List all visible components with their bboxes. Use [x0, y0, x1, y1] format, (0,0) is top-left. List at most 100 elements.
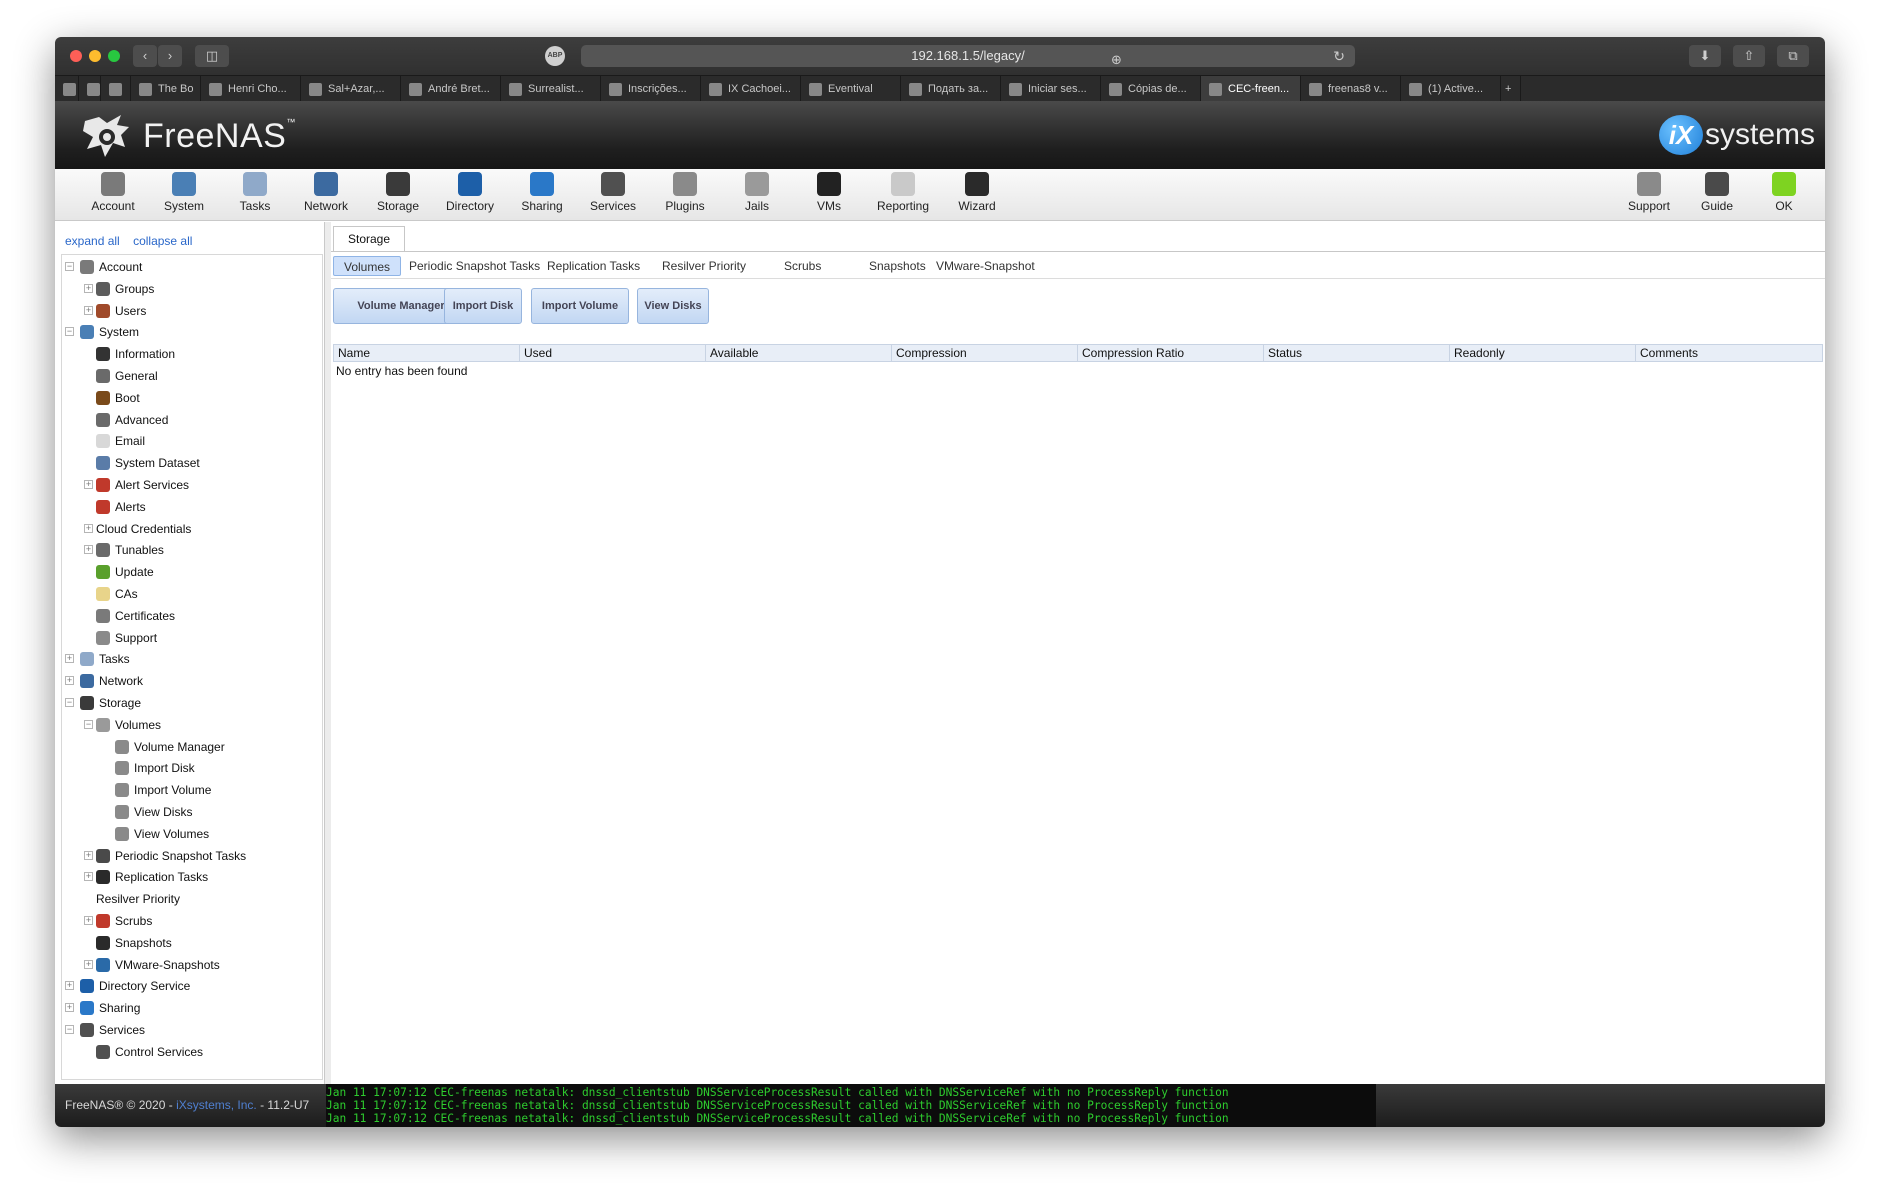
- tree-item-network[interactable]: Network: [80, 672, 143, 690]
- tree-item-update[interactable]: Update: [96, 563, 154, 581]
- toolbar-guide-button[interactable]: Guide: [1683, 172, 1751, 213]
- toolbar-tasks-button[interactable]: Tasks: [221, 172, 289, 213]
- share-button[interactable]: ⇧: [1733, 45, 1765, 67]
- tree-item-directory-service[interactable]: Directory Service: [80, 977, 190, 995]
- toolbar-storage-button[interactable]: Storage: [364, 172, 432, 213]
- back-button[interactable]: ‹: [133, 45, 157, 67]
- toolbar-jails-button[interactable]: Jails: [723, 172, 791, 213]
- reload-icon[interactable]: ↻: [1333, 45, 1345, 67]
- column-header-available[interactable]: Available: [706, 345, 892, 361]
- collapse-all-link[interactable]: collapse all: [133, 234, 192, 248]
- toolbar-directory-button[interactable]: Directory: [436, 172, 504, 213]
- tree-item-alert-services[interactable]: Alert Services: [96, 476, 189, 494]
- expand-icon[interactable]: +: [84, 916, 93, 925]
- column-header-name[interactable]: Name: [334, 345, 520, 361]
- tree-item-tunables[interactable]: Tunables: [96, 541, 164, 559]
- tree-item-scrubs[interactable]: Scrubs: [96, 912, 152, 930]
- browser-tab[interactable]: The Bo: [131, 76, 201, 102]
- subtab-resilver-priority[interactable]: Resilver Priority: [662, 256, 746, 276]
- zoom-window-button[interactable]: [108, 50, 120, 62]
- toolbar-wizard-button[interactable]: Wizard: [943, 172, 1011, 213]
- browser-tab[interactable]: Inscrições...: [601, 76, 701, 102]
- toolbar-services-button[interactable]: Services: [579, 172, 647, 213]
- tree-item-system[interactable]: System: [80, 323, 139, 341]
- expand-icon[interactable]: +: [65, 981, 74, 991]
- expand-icon[interactable]: +: [84, 850, 93, 860]
- browser-tab[interactable]: Cópias de...: [1101, 76, 1201, 102]
- tree-item-view-disks[interactable]: View Disks: [115, 803, 192, 821]
- browser-tab[interactable]: [101, 76, 131, 102]
- subtab-volumes[interactable]: Volumes: [333, 256, 401, 276]
- subtab-vmware-snapshot[interactable]: VMware-Snapshot: [936, 256, 1035, 276]
- tree-item-cloud-credentials[interactable]: Cloud Credentials: [96, 520, 191, 538]
- browser-tab[interactable]: Henri Cho...: [201, 76, 301, 102]
- tree-item-resilver-priority[interactable]: Resilver Priority: [96, 890, 180, 908]
- toolbar-sharing-button[interactable]: Sharing: [508, 172, 576, 213]
- browser-tab[interactable]: Подать за...: [901, 76, 1001, 102]
- tree-item-cas[interactable]: CAs: [96, 585, 138, 603]
- expand-icon[interactable]: +: [84, 872, 93, 882]
- expand-icon[interactable]: +: [84, 959, 93, 969]
- tree-item-replication-tasks[interactable]: Replication Tasks: [96, 868, 208, 886]
- add-tab-icon[interactable]: ⊕: [1111, 49, 1122, 71]
- collapse-icon[interactable]: −: [65, 698, 74, 707]
- tree-item-vmware-snapshots[interactable]: VMware-Snapshots: [96, 956, 220, 974]
- expand-icon[interactable]: +: [65, 1003, 74, 1013]
- subtab-scrubs[interactable]: Scrubs: [784, 256, 821, 276]
- collapse-icon[interactable]: −: [65, 1025, 74, 1034]
- tree-item-account[interactable]: Account: [80, 258, 142, 276]
- ixsystems-link[interactable]: iXsystems, Inc.: [176, 1098, 257, 1112]
- tab-storage[interactable]: Storage: [333, 226, 405, 252]
- expand-icon[interactable]: +: [84, 480, 93, 489]
- sidebar-toggle-button[interactable]: ◫: [195, 45, 229, 67]
- column-header-status[interactable]: Status: [1264, 345, 1450, 361]
- collapse-icon[interactable]: −: [65, 262, 74, 271]
- tree-item-information[interactable]: Information: [96, 345, 175, 363]
- tree-item-tasks[interactable]: Tasks: [80, 650, 130, 668]
- tree-item-general[interactable]: General: [96, 367, 158, 385]
- expand-icon[interactable]: +: [84, 305, 93, 315]
- tree-item-sharing[interactable]: Sharing: [80, 999, 140, 1017]
- tab-overview-button[interactable]: ⧉: [1777, 45, 1809, 67]
- browser-tab[interactable]: freenas8 v...: [1301, 76, 1401, 102]
- collapse-icon[interactable]: −: [65, 327, 74, 337]
- tree-item-control-services[interactable]: Control Services: [96, 1043, 203, 1061]
- tree-item-email[interactable]: Email: [96, 432, 145, 450]
- tree-item-volumes[interactable]: Volumes: [96, 716, 161, 734]
- toolbar-network-button[interactable]: Network: [292, 172, 360, 213]
- subtab-snapshots[interactable]: Snapshots: [869, 256, 926, 276]
- browser-tab[interactable]: [79, 76, 101, 102]
- browser-tab[interactable]: CEC-freen...: [1201, 76, 1301, 102]
- collapse-icon[interactable]: −: [84, 719, 93, 729]
- expand-all-link[interactable]: expand all: [65, 234, 120, 248]
- downloads-button[interactable]: ⬇: [1689, 45, 1721, 67]
- expand-icon[interactable]: +: [65, 654, 74, 664]
- forward-button[interactable]: ›: [158, 45, 182, 67]
- browser-tab[interactable]: [55, 76, 79, 102]
- tree-item-import-volume[interactable]: Import Volume: [115, 781, 211, 799]
- tree-item-system-dataset[interactable]: System Dataset: [96, 454, 200, 472]
- close-window-button[interactable]: [70, 50, 82, 62]
- tree-item-groups[interactable]: Groups: [96, 280, 154, 298]
- browser-tab[interactable]: (1) Active...: [1401, 76, 1501, 102]
- tree-item-snapshots[interactable]: Snapshots: [96, 934, 172, 952]
- tree-item-users[interactable]: Users: [96, 302, 146, 320]
- new-tab-button[interactable]: +: [1501, 76, 1521, 102]
- adblock-button[interactable]: ABP: [545, 46, 565, 66]
- column-header-used[interactable]: Used: [520, 345, 706, 361]
- toolbar-system-button[interactable]: System: [150, 172, 218, 213]
- column-header-readonly[interactable]: Readonly: [1450, 345, 1636, 361]
- tree-item-services[interactable]: Services: [80, 1021, 145, 1039]
- tree-item-alerts[interactable]: Alerts: [96, 498, 146, 516]
- browser-tab[interactable]: IX Cachoei...: [701, 76, 801, 102]
- browser-tab[interactable]: André Bret...: [401, 76, 501, 102]
- expand-icon[interactable]: +: [84, 283, 93, 293]
- tree-item-boot[interactable]: Boot: [96, 389, 140, 407]
- browser-tab[interactable]: Surrealist...: [501, 76, 601, 102]
- tree-item-support[interactable]: Support: [96, 629, 157, 647]
- toolbar-reporting-button[interactable]: Reporting: [869, 172, 937, 213]
- subtab-replication-tasks[interactable]: Replication Tasks: [547, 256, 640, 276]
- browser-tab[interactable]: Sal+Azar,...: [301, 76, 401, 102]
- toolbar-support-button[interactable]: Support: [1615, 172, 1683, 213]
- import-volume-button[interactable]: Import Volume: [531, 288, 629, 324]
